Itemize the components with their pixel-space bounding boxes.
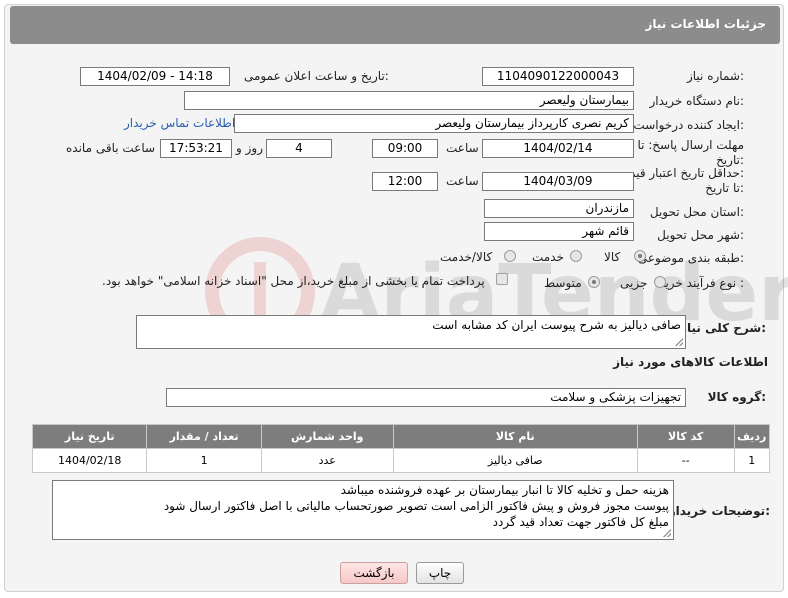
resize-handle-icon[interactable] — [663, 529, 671, 537]
price-time-field: 12:00 — [372, 172, 438, 191]
cell-date: 1404/02/18 — [31, 448, 148, 473]
buyer-org-field: بیمارستان ولیعصر — [184, 91, 634, 110]
table-row: 1 -- صافی دیالیز عدد 1 1404/02/18 — [31, 448, 771, 473]
remaining-time-field: 17:53:21 — [160, 139, 232, 158]
announce-label: تاریخ و ساعت اعلان عمومی: — [244, 69, 389, 83]
process-radio-minor[interactable] — [654, 276, 666, 288]
cell-unit: عدد — [260, 448, 394, 473]
buyer-notes-line: پیوست مجوز فروش و پیش فاکتور الزامی است … — [163, 499, 669, 513]
description-label: شرح کلی نیاز: — [680, 321, 766, 335]
goods-table-header: ردیف کد کالا نام کالا واحد شمارش تعداد /… — [31, 424, 771, 449]
price-validity-label: حداقل تاریخ اعتبار قیمت: — [617, 166, 744, 180]
cell-row: 1 — [733, 448, 771, 473]
buyer-notes-textarea[interactable]: هزینه حمل و تخلیه کالا تا انبار بیمارستا… — [52, 480, 674, 540]
description-text: صافی دیالیز به شرح پیوست ایران کد مشابه … — [432, 318, 681, 332]
cell-code: -- — [636, 448, 735, 473]
announce-field: 1404/02/09 - 14:18 — [80, 67, 230, 86]
price-time-label: ساعت — [446, 174, 479, 188]
col-date-header: تاریخ نیاز — [31, 424, 148, 449]
remaining-label: ساعت باقی مانده — [66, 141, 156, 155]
buyer-notes-line: هزینه حمل و تخلیه کالا تا انبار بیمارستا… — [340, 483, 669, 497]
print-button[interactable]: چاپ — [416, 562, 464, 584]
price-validity-label-2: تا تاریخ: — [705, 181, 744, 195]
category-option-service: خدمت — [532, 250, 564, 264]
reply-time-label: ساعت — [446, 141, 479, 155]
col-qty-header: تعداد / مقدار — [146, 424, 262, 449]
need-number-field: 1104090122000043 — [482, 67, 634, 86]
col-code-header: کد کالا — [636, 424, 735, 449]
col-row-header: ردیف — [733, 424, 771, 449]
panel-title: جزئیات اطلاعات نیاز — [645, 17, 766, 31]
days-label: روز و — [236, 141, 263, 155]
category-option-goods: کالا — [604, 250, 621, 264]
process-option-minor: جزیی — [620, 276, 648, 290]
goods-table: ردیف کد کالا نام کالا واحد شمارش تعداد /… — [31, 424, 771, 473]
panel-header: جزئیات اطلاعات نیاز — [10, 6, 780, 44]
reply-deadline-label-2: تاریخ: — [716, 153, 744, 167]
reply-date-field: 1404/02/14 — [482, 139, 634, 158]
need-number-label: شماره نیاز: — [686, 69, 744, 83]
buyer-org-label: نام دستگاه خریدار: — [649, 94, 745, 108]
category-radio-goods-service[interactable] — [504, 250, 516, 262]
col-name-header: نام کالا — [392, 424, 638, 449]
goods-group-field: تجهیزات پزشکی و سلامت — [166, 388, 686, 407]
buyer-notes-line: مبلغ کل فاکتور جهت تعداد قید گردد — [492, 515, 669, 529]
cell-qty: 1 — [146, 448, 262, 473]
treasury-payment-checkbox[interactable] — [496, 273, 508, 285]
days-field: 4 — [266, 139, 332, 158]
back-button[interactable]: بازگشت — [340, 562, 408, 584]
province-label: استان محل تحویل: — [649, 205, 744, 219]
process-option-medium: متوسط — [544, 276, 582, 290]
treasury-payment-note: پرداخت تمام یا بخشی از مبلغ خرید،از محل … — [102, 274, 485, 288]
price-date-field: 1404/03/09 — [482, 172, 634, 191]
col-unit-header: واحد شمارش — [260, 424, 394, 449]
buyer-notes-label: توضیحات خریدار: — [668, 504, 770, 518]
goods-group-label: گروه کالا: — [707, 390, 766, 404]
city-label: شهر محل تحویل: — [657, 228, 744, 242]
cell-name: صافی دیالیز — [392, 448, 638, 473]
reply-time-field: 09:00 — [372, 139, 438, 158]
creator-field: کریم نصری کارپرداز بیمارستان ولیعصر — [234, 114, 634, 133]
city-field: قائم شهر — [484, 222, 634, 241]
category-label: طبقه بندی موضوعی: — [637, 251, 744, 265]
process-radio-medium[interactable] — [588, 276, 600, 288]
description-textarea[interactable]: صافی دیالیز به شرح پیوست ایران کد مشابه … — [136, 315, 686, 349]
category-radio-goods[interactable] — [634, 250, 646, 262]
creator-label: ایجاد کننده درخواست: — [633, 118, 744, 132]
category-radio-service[interactable] — [570, 250, 582, 262]
buyer-contact-link[interactable]: اطلاعات تماس خریدار — [124, 116, 235, 130]
process-label: نوع فرآیند خرید : — [659, 276, 744, 290]
category-option-goods-service: کالا/خدمت — [440, 250, 493, 264]
goods-section-title: اطلاعات کالاهای مورد نیاز — [613, 355, 768, 369]
resize-handle-icon[interactable] — [675, 338, 683, 346]
reply-deadline-label: مهلت ارسال پاسخ: تا — [637, 138, 744, 152]
province-field: مازندران — [484, 199, 634, 218]
